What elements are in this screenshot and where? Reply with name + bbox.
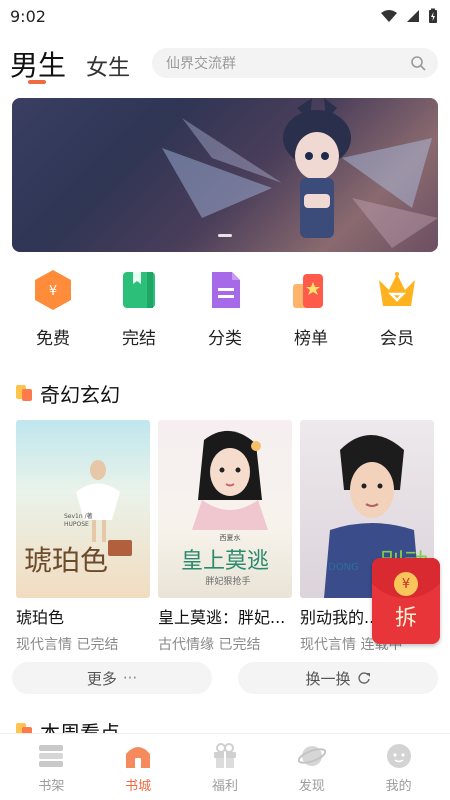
book-card[interactable]: Sev1n /著 HUPOSE 琥珀色 琥珀色 现代言情 已完结 (16, 420, 150, 654)
category-row: ¥ 免费 完结 分类 榜单 会员 (0, 268, 450, 354)
category-ranking[interactable]: 榜单 (276, 268, 346, 354)
refresh-label: 换一换 (305, 669, 351, 688)
tab-male[interactable]: 男生 (10, 44, 66, 84)
cover-title: 皇上莫逃 (181, 549, 269, 574)
category-classify[interactable]: 分类 (190, 268, 260, 354)
section-header: 奇幻玄幻 (14, 378, 120, 408)
signal-icon (407, 10, 419, 22)
category-vip[interactable]: 会员 (362, 268, 432, 354)
category-label: 免费 (36, 329, 70, 349)
ranking-icon (289, 268, 333, 312)
status-bar: 9:02 (0, 0, 450, 32)
tab-female[interactable]: 女生 (86, 50, 130, 82)
category-completed[interactable]: 完结 (104, 268, 174, 354)
bottom-nav: 书架 书城 福利 发现 我的 (0, 734, 450, 800)
nav-label: 发现 (298, 778, 325, 794)
cover-author: Sev1n /著 (64, 512, 93, 520)
red-packet-label: 拆 (394, 606, 417, 631)
category-free[interactable]: ¥ 免费 (18, 268, 88, 354)
cover-sub: HUPOSE (64, 521, 89, 528)
planet-icon (297, 741, 327, 771)
nav-profile[interactable]: 我的 (364, 741, 434, 794)
banner-illustration (162, 98, 438, 248)
search-icon (411, 56, 426, 71)
banner-page-indicator (218, 234, 232, 237)
refresh-button[interactable]: 换一换 (238, 662, 438, 694)
book-icon (117, 268, 161, 312)
bookshelf-icon (36, 741, 66, 771)
more-label: 更多 (86, 669, 117, 688)
bookstore-icon (123, 741, 153, 771)
search-placeholder: 仙界交流群 (166, 56, 236, 72)
book-title: 琥珀色 (16, 608, 65, 627)
profile-icon (384, 741, 414, 771)
nav-discover[interactable]: 发现 (277, 741, 347, 794)
category-label: 会员 (380, 329, 414, 349)
section-marker-icon (14, 383, 34, 403)
category-label: 完结 (122, 329, 156, 349)
nav-welfare[interactable]: 福利 (190, 741, 260, 794)
crown-icon (375, 268, 419, 312)
cover-author: 西夏水 (220, 533, 241, 542)
search-bar[interactable]: 仙界交流群 (152, 48, 438, 78)
nav-label: 我的 (385, 778, 412, 794)
gift-icon (210, 741, 240, 771)
book-cover: Sev1n /著 HUPOSE 琥珀色 (16, 420, 150, 598)
status-time: 9:02 (10, 6, 46, 26)
book-meta: 古代情缘 已完结 (158, 637, 261, 653)
header: 男生 女生 仙界交流群 (0, 40, 450, 88)
book-cover: 西夏水 皇上莫逃 胖妃狠抢手 (158, 420, 292, 598)
coin-hexagon-icon: ¥ (31, 268, 75, 312)
section-title: 奇幻玄幻 (40, 382, 120, 407)
nav-bookstore[interactable]: 书城 (103, 741, 173, 794)
cover-sub: 胖妃狠抢手 (205, 575, 250, 587)
nav-label: 书架 (38, 778, 65, 794)
cover-title: 琥珀色 (24, 544, 108, 577)
category-label: 分类 (208, 329, 242, 349)
more-button[interactable]: 更多 ··· (12, 662, 212, 694)
book-meta: 现代言情 已完结 (16, 637, 119, 653)
book-card[interactable]: 西夏水 皇上莫逃 胖妃狠抢手 皇上莫逃：胖妃... 古代情缘 已完结 (158, 420, 292, 654)
more-dots-icon: ··· (122, 669, 138, 687)
nav-bookshelf[interactable]: 书架 (16, 741, 86, 794)
book-title: 皇上莫逃：胖妃... (158, 608, 286, 627)
refresh-icon (357, 672, 370, 684)
category-label: 榜单 (294, 329, 328, 349)
red-packet-button[interactable]: ¥ 拆 (372, 558, 440, 644)
nav-label: 福利 (211, 778, 238, 794)
active-tab-indicator (28, 80, 46, 84)
document-icon (203, 268, 247, 312)
cover-author: DONG (328, 562, 359, 573)
promo-banner[interactable] (12, 98, 438, 252)
coin-icon: ¥ (394, 572, 418, 596)
battery-icon (429, 8, 437, 23)
svg-text:¥: ¥ (49, 284, 57, 299)
status-icons (380, 8, 438, 24)
nav-label: 书城 (125, 778, 152, 794)
wifi-icon (381, 10, 397, 22)
